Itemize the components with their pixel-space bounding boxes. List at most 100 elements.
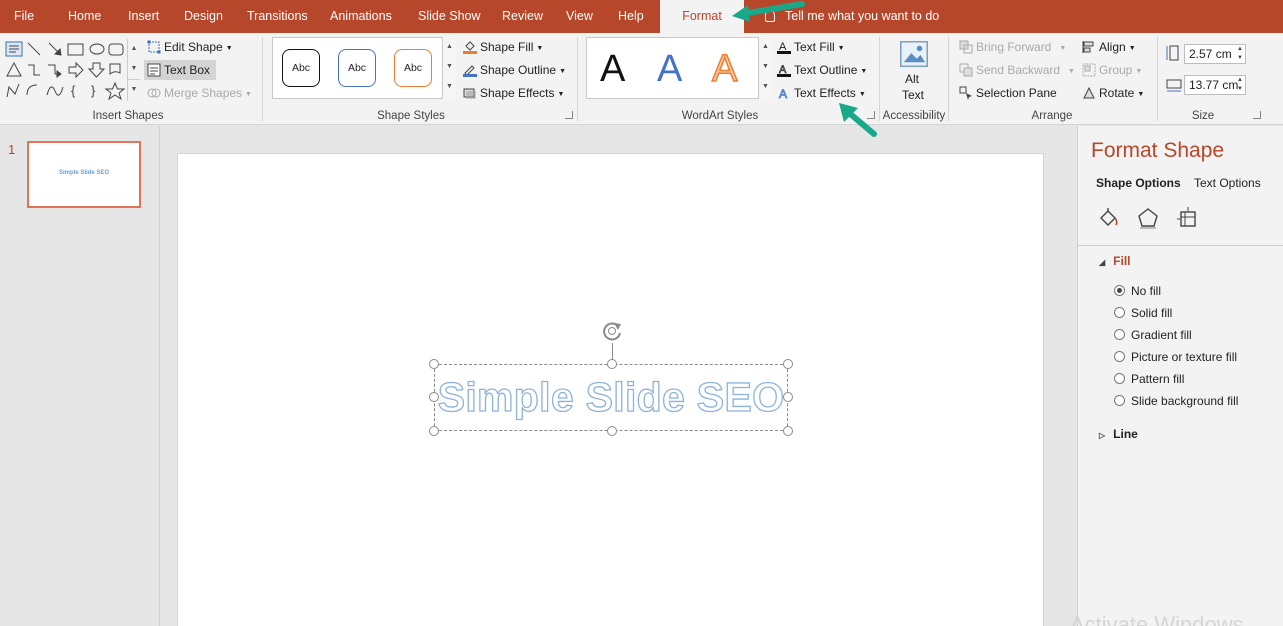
resize-handle-bottom[interactable] (607, 426, 617, 436)
text-outline-label: Text Outline (794, 63, 858, 77)
slide-canvas[interactable]: Simple Slide SEO (177, 153, 1044, 626)
fill-option-label: Pattern fill (1131, 372, 1185, 386)
line-section-header[interactable]: ▷ Line (1099, 427, 1138, 441)
pane-title: Format Shape (1091, 139, 1225, 162)
gallery-more-icon[interactable]: ▼ (443, 77, 456, 97)
wordart-style-blue[interactable]: A (657, 43, 682, 95)
tab-design[interactable]: Design (184, 0, 223, 33)
bring-forward-icon (959, 40, 973, 54)
scroll-down-icon[interactable]: ▼ (759, 57, 772, 77)
size-launcher-icon[interactable] (1253, 111, 1261, 119)
radio-gradient-fill[interactable] (1114, 329, 1125, 340)
resize-handle-right[interactable] (783, 392, 793, 402)
spin-arrows-icon[interactable]: ▲ ▼ (1237, 76, 1243, 94)
rotate-handle-icon[interactable] (601, 320, 623, 342)
resize-handle-top[interactable] (607, 359, 617, 369)
wordart-styles-gallery[interactable]: A A A (586, 37, 772, 99)
text-box-button[interactable]: Text Box (144, 60, 217, 80)
shape-styles-scroll[interactable]: ▲ ▼ ▼ (442, 37, 456, 99)
fill-option-slide-background-fill[interactable]: Slide background fill (1114, 393, 1238, 409)
ribbon-tab-bar: File Home Insert Design Transitions Anim… (0, 0, 1283, 33)
shape-outline-button[interactable]: Shape Outline ▼ (463, 60, 566, 80)
resize-handle-left[interactable] (429, 392, 439, 402)
shapes-gallery[interactable]: { } (3, 39, 127, 101)
shape-style-blue[interactable]: Abc (338, 49, 376, 87)
resize-handle-bottom-right[interactable] (783, 426, 793, 436)
send-backward-button[interactable]: Send Backward ▼ (959, 60, 1075, 80)
scroll-up-icon[interactable]: ▲ (759, 37, 772, 57)
shape-styles-launcher-icon[interactable] (565, 111, 573, 119)
slide-thumbnail-text: Simple Slide SEO (58, 170, 109, 176)
fill-section-header[interactable]: ◢ Fill (1099, 254, 1131, 268)
wordart-styles-scroll[interactable]: ▲ ▼ ▼ (758, 37, 772, 99)
shape-styles-gallery[interactable]: Abc Abc Abc (272, 37, 456, 99)
resize-handle-top-left[interactable] (429, 359, 439, 369)
edit-shape-button[interactable]: Edit Shape ▼ (147, 37, 233, 57)
effects-pentagon-icon[interactable] (1136, 206, 1160, 230)
radio-picture-fill[interactable] (1114, 351, 1125, 362)
shapes-icon: { } (5, 41, 126, 101)
tab-animations[interactable]: Animations (330, 0, 392, 33)
fill-option-no-fill[interactable]: No fill (1114, 283, 1161, 299)
tell-me-text: Tell me what you want to do (785, 9, 940, 23)
fill-line-icon[interactable] (1096, 206, 1120, 230)
shapes-gallery-scroll[interactable]: ▲ ▼ ▼ (127, 39, 140, 101)
shape-style-black[interactable]: Abc (282, 49, 320, 87)
format-shape-pane: Format Shape Shape Options Text Options … (1077, 126, 1283, 626)
activate-windows-watermark: Activate Windows (1070, 612, 1244, 626)
tab-help[interactable]: Help (618, 0, 644, 33)
tab-home[interactable]: Home (68, 0, 101, 33)
rotate-button[interactable]: Rotate ▼ (1082, 83, 1144, 103)
line-heading: Line (1113, 427, 1138, 441)
spin-arrows-icon[interactable]: ▲ ▼ (1237, 45, 1243, 63)
resize-handle-bottom-left[interactable] (429, 426, 439, 436)
tab-view[interactable]: View (566, 0, 593, 33)
tab-insert[interactable]: Insert (128, 0, 159, 33)
shape-style-orange[interactable]: Abc (394, 49, 432, 87)
align-button[interactable]: Align ▼ (1082, 37, 1136, 57)
scroll-up-icon[interactable]: ▲ (443, 37, 456, 57)
slide-title-text[interactable]: Simple Slide SEO (435, 373, 787, 421)
tab-transitions[interactable]: Transitions (247, 0, 308, 33)
wordart-style-orange-outline[interactable]: A (711, 43, 738, 95)
shape-width-input[interactable]: 13.77 cm ▲ ▼ (1184, 75, 1246, 95)
text-outline-button[interactable]: A Text Outline ▼ (777, 60, 867, 80)
selection-pane-button[interactable]: Selection Pane (959, 83, 1057, 103)
bring-forward-button[interactable]: Bring Forward ▼ (959, 37, 1066, 57)
wordart-style-black[interactable]: A (600, 43, 625, 95)
shape-effects-button[interactable]: Shape Effects ▼ (463, 83, 564, 103)
scroll-up-icon[interactable]: ▲ (128, 39, 140, 59)
fill-option-gradient-fill[interactable]: Gradient fill (1114, 327, 1192, 343)
tab-file[interactable]: File (14, 0, 34, 33)
size-properties-icon[interactable] (1176, 206, 1200, 230)
text-fill-button[interactable]: A Text Fill ▼ (777, 37, 845, 57)
tab-slide-show[interactable]: Slide Show (418, 0, 481, 33)
resize-handle-top-right[interactable] (783, 359, 793, 369)
radio-solid-fill[interactable] (1114, 307, 1125, 318)
fill-option-solid-fill[interactable]: Solid fill (1114, 305, 1172, 321)
scroll-down-icon[interactable]: ▼ (443, 57, 456, 77)
tab-review[interactable]: Review (502, 0, 543, 33)
fill-option-pattern-fill[interactable]: Pattern fill (1114, 371, 1184, 387)
group-button[interactable]: Group ▼ (1082, 60, 1142, 80)
radio-pattern-fill[interactable] (1114, 373, 1125, 384)
merge-shapes-icon (147, 88, 161, 98)
shape-height-icon (1166, 45, 1179, 61)
slide-thumbnail[interactable]: Simple Slide SEO (27, 141, 141, 208)
selection-pane-icon (959, 86, 972, 100)
shape-width-value: 13.77 cm (1189, 78, 1239, 92)
gallery-more-icon[interactable]: ▼ (128, 79, 140, 99)
radio-slide-background-fill[interactable] (1114, 395, 1125, 406)
merge-shapes-button[interactable]: Merge Shapes ▼ (147, 83, 252, 103)
edit-shape-label: Edit Shape (164, 40, 223, 54)
scroll-down-icon[interactable]: ▼ (128, 59, 140, 79)
selected-text-box[interactable]: Simple Slide SEO (429, 322, 793, 436)
radio-no-fill[interactable] (1114, 285, 1125, 296)
shape-fill-button[interactable]: Shape Fill ▼ (463, 37, 543, 57)
tab-shape-options[interactable]: Shape Options (1096, 176, 1181, 190)
gallery-more-icon[interactable]: ▼ (759, 77, 772, 97)
shape-effects-icon (463, 88, 476, 99)
fill-option-picture-fill[interactable]: Picture or texture fill (1114, 349, 1237, 365)
shape-height-input[interactable]: 2.57 cm ▲ ▼ (1184, 44, 1246, 64)
tab-text-options[interactable]: Text Options (1194, 176, 1261, 190)
